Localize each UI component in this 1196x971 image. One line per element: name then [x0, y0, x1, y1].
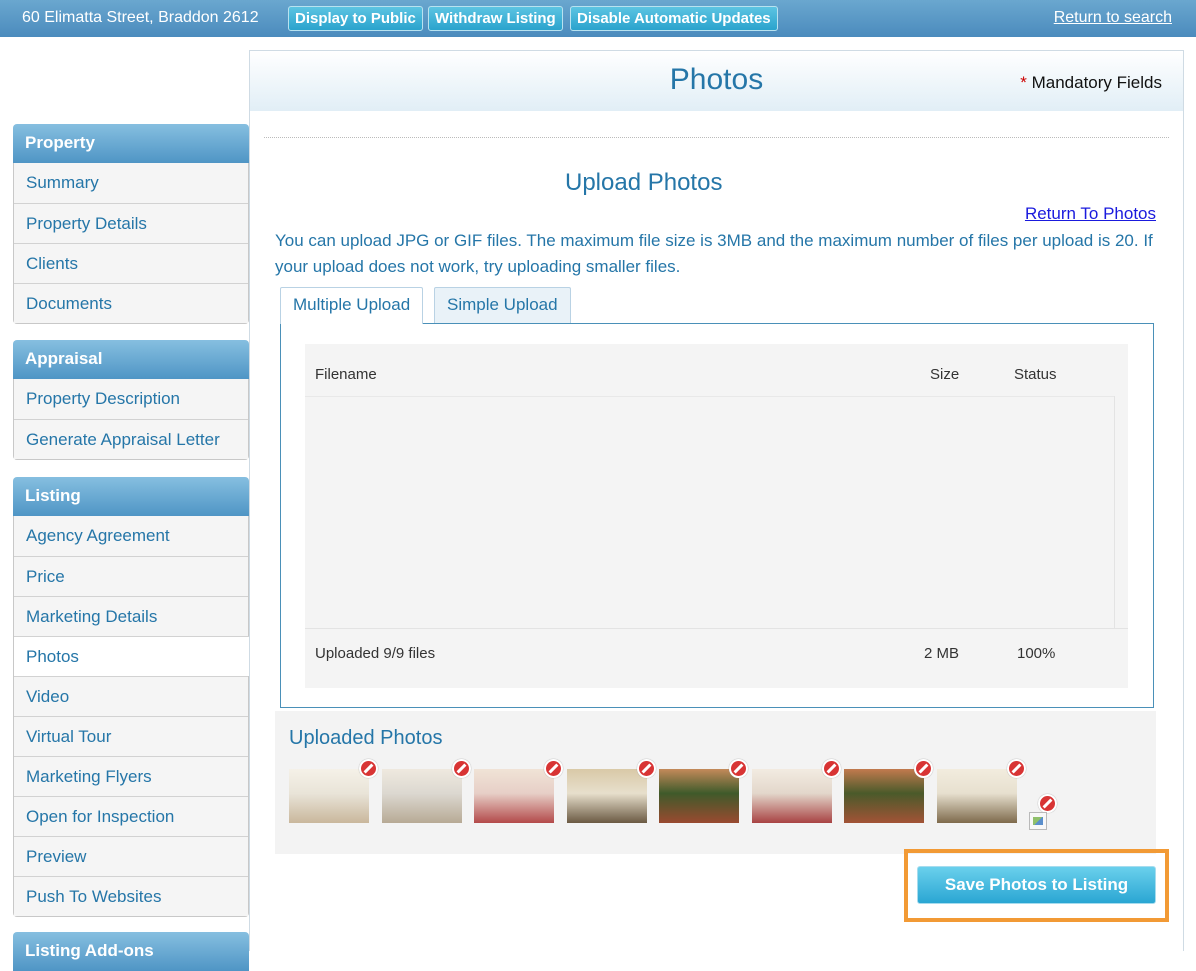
sidebar-section-title: Property	[13, 124, 249, 163]
uploaded-total-size: 2 MB	[924, 645, 960, 662]
sidebar-item-photos[interactable]: Photos	[14, 636, 249, 676]
photo-thumbnail[interactable]	[381, 759, 471, 823]
file-list-footer: Uploaded 9/9 files 2 MB 100%	[305, 628, 1128, 678]
divider	[264, 137, 1169, 138]
mandatory-star: *	[1020, 73, 1027, 92]
sidebar-item-property-details[interactable]: Property Details	[14, 203, 248, 243]
uploaded-photos-title: Uploaded Photos	[289, 727, 443, 749]
sidebar-section-title: Listing	[13, 477, 249, 516]
sidebar-item-agency-agreement[interactable]: Agency Agreement	[14, 516, 248, 556]
main-panel: Photos * Mandatory Fields Upload Photos …	[249, 50, 1184, 951]
withdraw-listing-button[interactable]: Withdraw Listing	[428, 6, 563, 31]
sidebar-section-title: Listing Add-ons	[13, 932, 249, 971]
photo-image	[844, 769, 924, 823]
sidebar-item-open-for-inspection[interactable]: Open for Inspection	[14, 796, 248, 836]
photo-thumbnail[interactable]	[844, 759, 933, 823]
file-list-scrollbar[interactable]	[1114, 396, 1128, 628]
uploaded-photos-section: Uploaded Photos	[275, 711, 1156, 854]
photo-thumbnail[interactable]	[289, 759, 378, 823]
sidebar-item-marketing-flyers[interactable]: Marketing Flyers	[14, 756, 248, 796]
photo-image	[566, 769, 647, 823]
upload-file-list: Filename Size Status Uploaded 9/9 files …	[305, 344, 1128, 688]
sidebar-item-property-description[interactable]: Property Description	[14, 379, 248, 419]
top-bar: 60 Elimatta Street, Braddon 2612 Display…	[0, 0, 1196, 37]
tab-simple-upload[interactable]: Simple Upload	[434, 287, 571, 323]
return-to-search-link[interactable]: Return to search	[1054, 9, 1172, 27]
sidebar-section-listing: Listing Agency Agreement Price Marketing…	[13, 477, 249, 917]
upload-instructions: You can upload JPG or GIF files. The max…	[275, 231, 1153, 276]
status-column-header: Status	[1014, 366, 1057, 383]
photo-thumbnail[interactable]	[566, 759, 656, 823]
broken-image-icon[interactable]	[1029, 812, 1047, 830]
delete-photo-icon[interactable]	[544, 759, 563, 778]
property-address: 60 Elimatta Street, Braddon 2612	[22, 9, 259, 26]
sidebar-item-documents[interactable]: Documents	[14, 283, 248, 323]
photo-image	[659, 769, 739, 823]
sidebar-section-listing-add-ons: Listing Add-ons	[13, 932, 249, 971]
photo-image	[751, 769, 832, 823]
photo-thumbnail[interactable]	[474, 759, 563, 823]
sidebar-item-clients[interactable]: Clients	[14, 243, 248, 283]
delete-photo-icon[interactable]	[914, 759, 933, 778]
delete-photo-icon[interactable]	[1038, 794, 1057, 813]
sidebar-item-generate-appraisal-letter[interactable]: Generate Appraisal Letter	[14, 419, 248, 459]
photo-image	[381, 769, 462, 823]
photo-thumbnail[interactable]	[659, 759, 748, 823]
page-header: Photos * Mandatory Fields	[250, 51, 1183, 111]
upload-photos-title: Upload Photos	[565, 169, 723, 196]
mandatory-fields-note: * Mandatory Fields	[1020, 73, 1162, 93]
photo-image	[936, 769, 1017, 823]
display-to-public-button[interactable]: Display to Public	[288, 6, 423, 31]
delete-photo-icon[interactable]	[451, 759, 471, 778]
photo-thumbnail[interactable]	[936, 759, 1026, 823]
sidebar-item-summary[interactable]: Summary	[14, 163, 248, 203]
sidebar-section-title: Appraisal	[13, 340, 249, 379]
return-to-photos-link[interactable]: Return To Photos	[1025, 204, 1156, 224]
tab-multiple-upload[interactable]: Multiple Upload	[280, 287, 424, 324]
delete-photo-icon[interactable]	[1006, 759, 1026, 778]
filename-column-header: Filename	[315, 366, 377, 383]
sidebar-item-marketing-details[interactable]: Marketing Details	[14, 596, 248, 636]
photo-image	[289, 769, 369, 823]
sidebar-item-price[interactable]: Price	[14, 556, 248, 596]
save-photos-to-listing-button[interactable]: Save Photos to Listing	[917, 866, 1156, 904]
upload-progress-status: 100%	[1017, 645, 1056, 662]
sidebar-item-virtual-tour[interactable]: Virtual Tour	[14, 716, 248, 756]
sidebar-item-push-to-websites[interactable]: Push To Websites	[14, 876, 248, 916]
photo-image	[474, 769, 554, 823]
sidebar-item-video[interactable]: Video	[14, 676, 248, 716]
mandatory-label: Mandatory Fields	[1031, 73, 1162, 92]
delete-photo-icon[interactable]	[636, 759, 656, 778]
sidebar-section-appraisal: Appraisal Property Description Generate …	[13, 340, 249, 460]
file-list-header: Filename Size Status	[305, 344, 1128, 396]
size-column-header: Size	[930, 366, 960, 383]
disable-automatic-updates-button[interactable]: Disable Automatic Updates	[570, 6, 778, 31]
delete-photo-icon[interactable]	[729, 759, 748, 778]
file-list-body	[305, 396, 1114, 628]
delete-photo-icon[interactable]	[359, 759, 378, 778]
uploaded-files-count: Uploaded 9/9 files	[315, 645, 436, 662]
multiple-upload-panel: Filename Size Status Uploaded 9/9 files …	[280, 323, 1154, 708]
delete-photo-icon[interactable]	[821, 759, 841, 778]
photo-thumbnail[interactable]	[751, 759, 841, 823]
sidebar-item-preview[interactable]: Preview	[14, 836, 248, 876]
sidebar-section-property: Property Summary Property Details Client…	[13, 124, 249, 324]
